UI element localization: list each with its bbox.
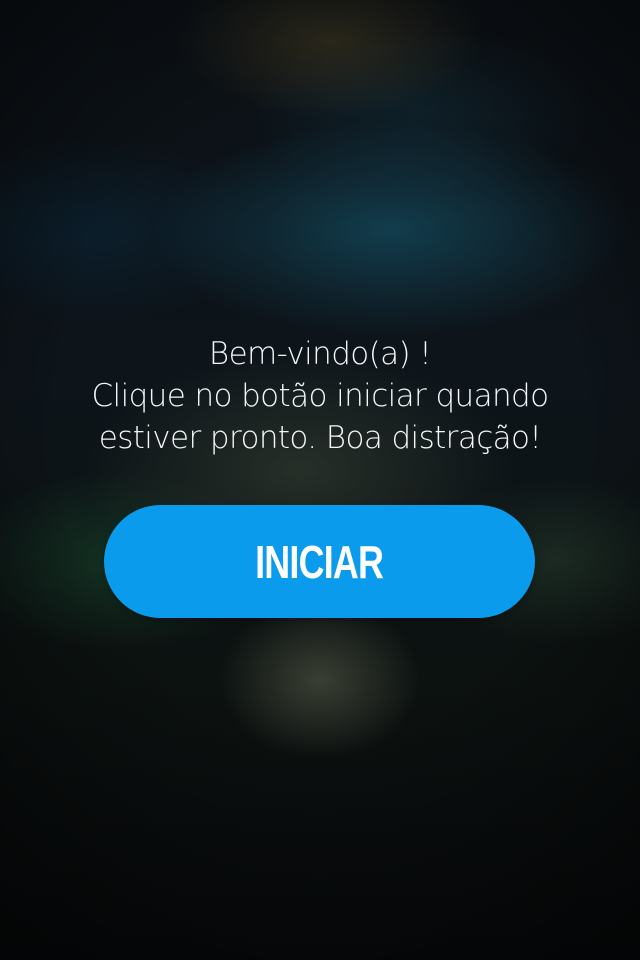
welcome-line-greeting: Bem-vindo(a) ! [208,336,432,372]
start-button[interactable]: INICIAR [104,505,535,618]
background-blur [0,0,640,960]
start-button-label: INICIAR [255,535,384,588]
welcome-message: Bem-vindo(a) ! Clique no botão iniciar q… [40,333,600,459]
welcome-screen: Bem-vindo(a) ! Clique no botão iniciar q… [0,0,640,960]
welcome-line-closing: estiver pronto. Boa distração! [98,420,542,456]
welcome-line-instruction: Clique no botão iniciar quando [91,378,550,414]
